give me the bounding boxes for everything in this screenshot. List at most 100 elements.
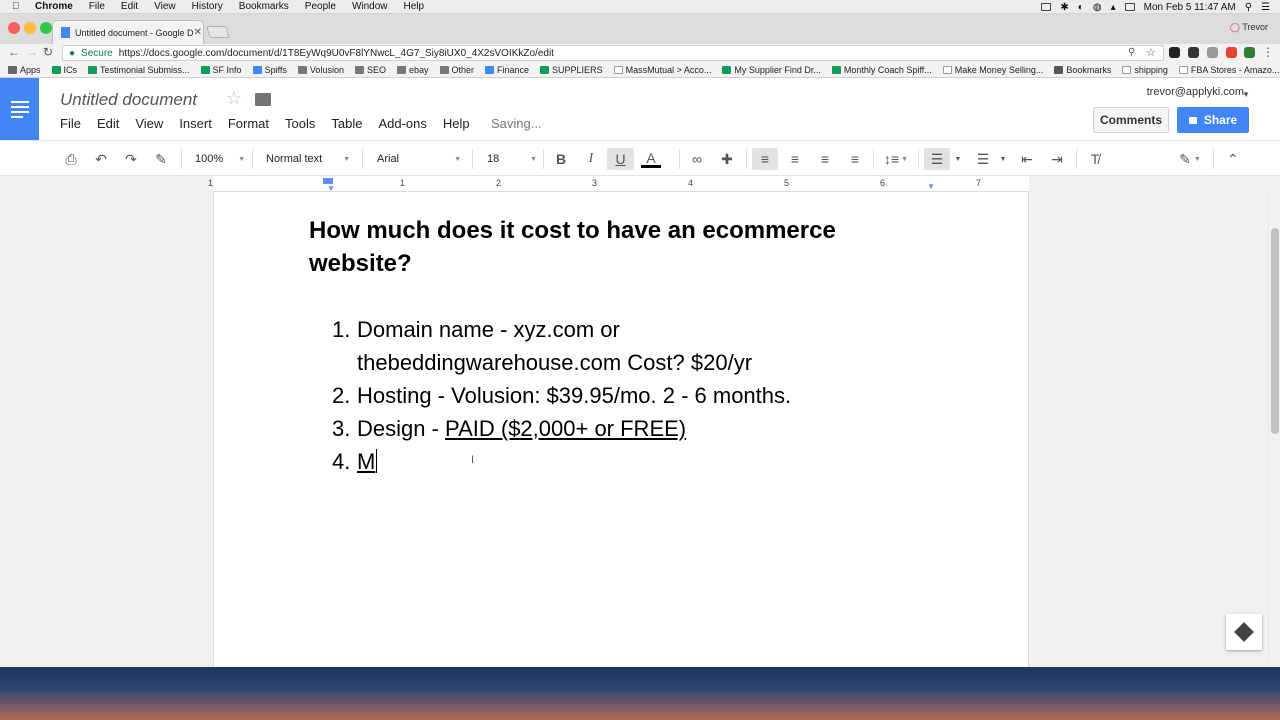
extension-icon-3[interactable] [1207, 47, 1218, 58]
back-icon[interactable]: ← [8, 45, 20, 59]
bookmark-item[interactable]: Make Money Selling... [942, 65, 1043, 75]
extension-icon-5[interactable] [1244, 47, 1255, 58]
menubar-bookmarks[interactable]: Bookmarks [239, 1, 289, 12]
bookmark-item[interactable]: ebay [396, 65, 429, 75]
extension-icon-4[interactable] [1226, 47, 1237, 58]
bookmark-item[interactable]: My Supplier Find Dr... [722, 65, 821, 75]
menubar-edit[interactable]: Edit [121, 1, 138, 12]
decrease-indent-icon[interactable]: ⇤ [1016, 148, 1038, 170]
list-item[interactable]: 1. Domain name - xyz.com or thebeddingwa… [332, 313, 852, 379]
menu-edit[interactable]: Edit [97, 116, 119, 131]
extension-icon-2[interactable] [1188, 47, 1199, 58]
scrollbar-thumb[interactable] [1271, 228, 1279, 434]
menu-help[interactable]: Help [443, 116, 470, 131]
editing-mode-icon[interactable]: ✎ ▼ [1174, 148, 1206, 170]
volume-icon[interactable]: ▴ [1111, 2, 1116, 13]
clear-formatting-icon[interactable]: T̸ [1084, 148, 1106, 170]
list-item[interactable]: 2. Hosting - Volusion: $39.95/mo. 2 - 6 … [332, 379, 852, 412]
chrome-menu-icon[interactable]: ⋮ [1262, 45, 1274, 59]
line-spacing-icon[interactable]: ↕≡ ▼ [880, 148, 912, 170]
right-indent-marker[interactable]: ▼ [927, 182, 935, 191]
timemachine-icon[interactable]: ◐ [1078, 2, 1084, 13]
menubar-app-name[interactable]: Chrome [35, 1, 73, 12]
undo-icon[interactable]: ↶ [90, 148, 112, 170]
bookmark-item[interactable]: FBA Stores - Amazo... [1178, 65, 1279, 75]
star-icon[interactable]: ☆ [226, 88, 242, 109]
wifi-icon[interactable]: ◍ [1093, 2, 1102, 13]
redo-icon[interactable]: ↷ [120, 148, 142, 170]
align-left-icon[interactable]: ≡ [752, 148, 778, 170]
document-page[interactable]: How much does it cost to have an ecommer… [213, 192, 1029, 667]
address-bar[interactable]: ● Secure https://docs.google.com/documen… [62, 45, 1164, 61]
menubar-file[interactable]: File [89, 1, 105, 12]
list-item[interactable]: 4. M [332, 445, 852, 478]
font-select[interactable]: Arial ▼ [377, 148, 461, 170]
folder-icon[interactable] [255, 93, 271, 106]
display-icon[interactable] [1041, 3, 1052, 11]
paint-format-icon[interactable]: ✎ [150, 148, 172, 170]
profile-button[interactable]: ◯ Trevor [1230, 22, 1268, 33]
italic-icon[interactable]: I [580, 148, 602, 170]
bookmark-item[interactable]: SUPPLIERS [540, 65, 603, 75]
bookmark-item[interactable]: shipping [1122, 65, 1168, 75]
apple-icon[interactable]:  [12, 1, 24, 12]
align-justify-icon[interactable]: ≡ [844, 148, 866, 170]
style-select[interactable]: Normal text ▼ [266, 148, 350, 170]
font-size-select[interactable]: 18 ▼ [487, 148, 537, 170]
close-window-icon[interactable] [8, 22, 20, 34]
bold-icon[interactable]: B [550, 148, 572, 170]
bookmark-item[interactable]: Finance [485, 65, 529, 75]
bookmark-item[interactable]: Apps [8, 65, 41, 75]
menubar-help[interactable]: Help [404, 1, 425, 12]
bookmark-item[interactable]: Testimonial Submiss... [88, 65, 190, 75]
menu-insert[interactable]: Insert [179, 116, 212, 131]
chevron-down-icon[interactable]: ▼ [953, 148, 963, 170]
bookmark-item[interactable]: Other [439, 65, 474, 75]
spotlight-icon[interactable]: ⚲ [1245, 2, 1252, 13]
align-center-icon[interactable]: ≡ [784, 148, 806, 170]
vertical-scrollbar[interactable] [1268, 192, 1280, 667]
document-heading[interactable]: How much does it cost to have an ecommer… [309, 214, 869, 280]
bluetooth-icon[interactable]: ✱ [1060, 2, 1068, 13]
chevron-down-icon[interactable]: ▼ [998, 148, 1008, 170]
battery-icon[interactable] [1124, 3, 1135, 11]
menu-tools[interactable]: Tools [285, 116, 315, 131]
browser-tab[interactable]: Untitled document - Google D ✕ [52, 20, 204, 44]
print-icon[interactable]: ⎙ [60, 148, 82, 170]
minimize-window-icon[interactable] [24, 22, 36, 34]
bookmark-item[interactable]: SF Info [200, 65, 242, 75]
menubar-datetime[interactable]: Mon Feb 5 11:47 AM [1144, 2, 1236, 13]
bookmark-item[interactable]: SEO [354, 65, 386, 75]
bookmark-item[interactable]: Spiffs [252, 65, 287, 75]
bookmark-item[interactable]: MassMutual > Acco... [613, 65, 711, 75]
extension-icon-1[interactable] [1169, 47, 1180, 58]
link-icon[interactable]: ∞ [686, 148, 708, 170]
bookmark-item[interactable]: Bookmarks [1054, 65, 1111, 75]
new-tab-button[interactable] [206, 26, 230, 38]
docs-home-icon[interactable] [0, 78, 39, 140]
text-color-icon[interactable]: A [639, 148, 663, 170]
menu-table[interactable]: Table [331, 116, 362, 131]
close-tab-icon[interactable]: ✕ [194, 27, 202, 38]
zoom-icon[interactable]: ⚲ [1128, 47, 1135, 58]
menubar-history[interactable]: History [192, 1, 223, 12]
align-right-icon[interactable]: ≡ [814, 148, 836, 170]
bookmark-item[interactable]: Monthly Coach Spiff... [831, 65, 932, 75]
bookmark-item[interactable]: ICs [51, 65, 77, 75]
reload-icon[interactable]: ↻ [43, 45, 53, 59]
add-comment-icon[interactable]: ✚ [716, 148, 738, 170]
explore-button[interactable] [1226, 614, 1262, 650]
zoom-select[interactable]: 100% ▼ [195, 148, 245, 170]
menubar-people[interactable]: People [305, 1, 336, 12]
bookmark-item[interactable]: Volusion [297, 65, 344, 75]
increase-indent-icon[interactable]: ⇥ [1046, 148, 1068, 170]
menubar-view[interactable]: View [154, 1, 176, 12]
maximize-window-icon[interactable] [40, 22, 52, 34]
share-button[interactable]: Share [1177, 107, 1249, 133]
account-email[interactable]: trevor@applyki.com [1147, 86, 1244, 98]
numbered-list-icon[interactable]: ☰ [924, 148, 950, 170]
forward-icon[interactable]: → [26, 45, 38, 59]
menu-format[interactable]: Format [228, 116, 269, 131]
underline-icon[interactable]: U [607, 148, 634, 170]
notification-center-icon[interactable]: ☰ [1261, 2, 1270, 13]
